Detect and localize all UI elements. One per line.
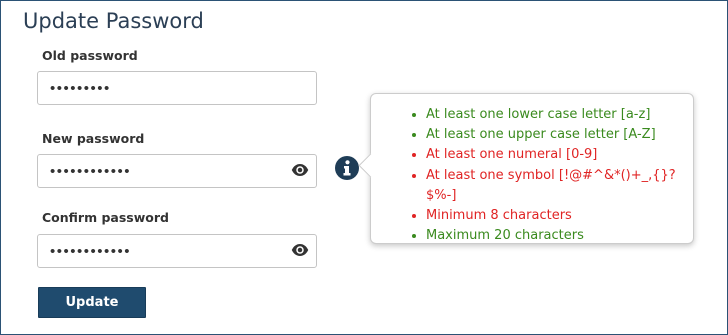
info-icon[interactable] — [335, 156, 359, 180]
requirement-item: At least one symbol [!@#^&*()+_,{}?$%-] — [426, 166, 693, 206]
password-requirements-list: At least one lower case letter [a-z]At l… — [371, 105, 693, 246]
requirement-item: At least one lower case letter [a-z] — [426, 105, 693, 125]
requirement-item: Minimum 8 characters — [426, 206, 693, 226]
eye-icon[interactable] — [291, 243, 309, 257]
old-password-input[interactable] — [38, 72, 316, 104]
new-password-label: New password — [42, 131, 145, 146]
update-password-panel: Update Password Old password New passwor… — [0, 0, 728, 335]
requirement-item: At least one upper case letter [A-Z] — [426, 125, 693, 145]
password-requirements-tooltip: At least one lower case letter [a-z]At l… — [358, 93, 694, 246]
update-button[interactable]: Update — [38, 287, 146, 318]
page-title: Update Password — [23, 9, 204, 33]
confirm-password-label: Confirm password — [42, 210, 169, 225]
confirm-password-field-wrapper — [37, 234, 317, 268]
eye-icon[interactable] — [291, 163, 309, 177]
confirm-password-input[interactable] — [38, 235, 316, 267]
requirement-item: At least one numeral [0-9] — [426, 145, 693, 165]
old-password-label: Old password — [42, 48, 138, 63]
requirement-item: Maximum 20 characters — [426, 226, 693, 246]
new-password-input[interactable] — [38, 155, 316, 187]
old-password-field-wrapper — [37, 71, 317, 105]
new-password-field-wrapper — [37, 154, 317, 188]
